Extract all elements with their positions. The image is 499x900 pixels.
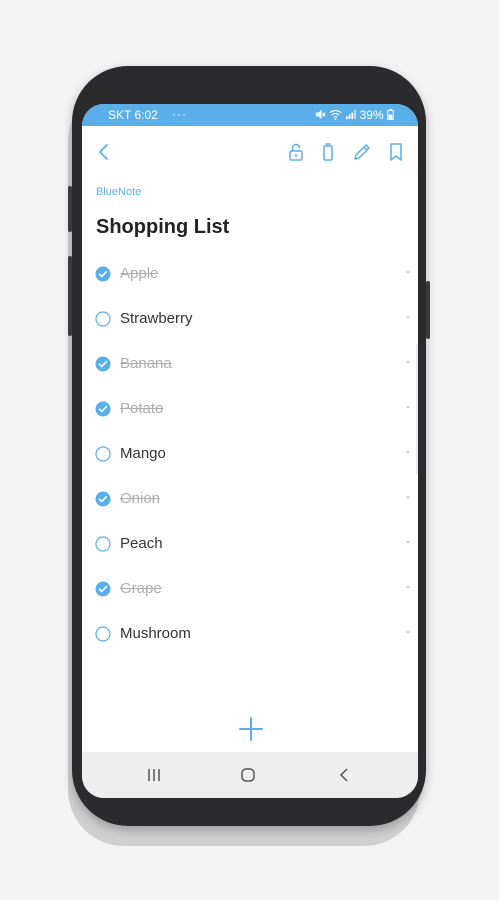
back-button[interactable] xyxy=(92,140,116,164)
app-name-label: BlueNote xyxy=(96,186,142,198)
notification-dots: ··· xyxy=(172,107,187,121)
status-right: 39% xyxy=(315,108,394,122)
list-item[interactable]: Grape - xyxy=(82,567,418,612)
item-handle[interactable]: - xyxy=(406,444,410,458)
item-checkbox[interactable] xyxy=(95,536,111,552)
battery-icon xyxy=(387,109,394,120)
carrier-time: SKT 6:02 xyxy=(108,108,158,122)
list-item[interactable]: Peach - xyxy=(82,522,418,567)
back-icon xyxy=(339,768,348,782)
item-checkbox[interactable] xyxy=(95,401,111,417)
wifi-icon xyxy=(329,109,342,120)
item-handle[interactable]: - xyxy=(406,354,410,368)
add-item-button[interactable] xyxy=(238,716,264,742)
item-checkbox[interactable] xyxy=(95,311,111,327)
list-item[interactable]: Mushroom - xyxy=(82,612,418,657)
list-item[interactable]: Strawberry - xyxy=(82,297,418,342)
item-handle[interactable]: - xyxy=(406,534,410,548)
unchecked-circle-icon xyxy=(95,626,111,642)
plus-icon xyxy=(239,717,263,741)
lock-icon xyxy=(289,143,303,161)
checked-circle-icon xyxy=(95,401,111,417)
power-button xyxy=(426,281,430,339)
checked-circle-icon xyxy=(95,581,111,597)
system-back-button[interactable] xyxy=(334,765,354,785)
item-handle[interactable]: - xyxy=(406,579,410,593)
checked-circle-icon xyxy=(95,356,111,372)
item-label: Onion xyxy=(120,490,161,507)
item-checkbox[interactable] xyxy=(95,266,111,282)
list-item[interactable]: Apple - xyxy=(82,252,418,297)
item-checkbox[interactable] xyxy=(95,356,111,372)
note-title[interactable]: Shopping List xyxy=(96,216,229,239)
item-label: Mango xyxy=(120,445,166,462)
signal-icon xyxy=(346,109,357,120)
item-checkbox[interactable] xyxy=(95,581,111,597)
phone-screen: SKT 6:02 ··· 39% BlueNote Shopping List … xyxy=(82,104,418,798)
item-label: Mushroom xyxy=(120,625,191,642)
checked-circle-icon xyxy=(95,266,111,282)
item-handle[interactable]: - xyxy=(406,489,410,503)
checked-circle-icon xyxy=(95,491,111,507)
unchecked-circle-icon xyxy=(95,311,111,327)
item-checkbox[interactable] xyxy=(95,446,111,462)
recent-apps-button[interactable] xyxy=(144,765,164,785)
item-checkbox[interactable] xyxy=(95,626,111,642)
status-bar: SKT 6:02 ··· 39% xyxy=(82,104,418,126)
item-label: Apple xyxy=(120,265,159,282)
bookmark-icon xyxy=(390,143,402,161)
item-label: Banana xyxy=(120,355,172,372)
item-label: Peach xyxy=(120,535,163,552)
note-toolbar xyxy=(82,126,418,178)
volume-button xyxy=(68,186,72,232)
home-button[interactable] xyxy=(238,765,258,785)
item-handle[interactable]: - xyxy=(406,309,410,323)
item-label: Potato xyxy=(120,400,164,417)
home-icon xyxy=(241,768,255,782)
item-handle[interactable]: - xyxy=(406,264,410,278)
item-label: Strawberry xyxy=(120,310,193,327)
recent-apps-icon xyxy=(148,769,160,781)
edit-button[interactable] xyxy=(350,140,374,164)
chevron-left-icon xyxy=(99,144,108,160)
item-handle[interactable]: - xyxy=(406,399,410,413)
bixby-button xyxy=(68,256,72,336)
delete-button[interactable] xyxy=(316,140,340,164)
unchecked-circle-icon xyxy=(95,536,111,552)
unchecked-circle-icon xyxy=(95,446,111,462)
trash-icon xyxy=(323,143,333,161)
lock-button[interactable] xyxy=(284,140,308,164)
item-checkbox[interactable] xyxy=(95,491,111,507)
scrollbar[interactable] xyxy=(416,344,418,474)
list-item[interactable]: Mango - xyxy=(82,432,418,477)
bookmark-button[interactable] xyxy=(384,140,408,164)
list-item[interactable]: Banana - xyxy=(82,342,418,387)
battery-percent: 39% xyxy=(359,108,384,122)
mute-icon xyxy=(315,109,326,120)
system-nav-bar xyxy=(82,752,418,798)
list-item[interactable]: Potato - xyxy=(82,387,418,432)
list-item[interactable]: Onion - xyxy=(82,477,418,522)
item-label: Grape xyxy=(120,580,162,597)
pencil-icon xyxy=(354,144,370,160)
item-handle[interactable]: - xyxy=(406,624,410,638)
